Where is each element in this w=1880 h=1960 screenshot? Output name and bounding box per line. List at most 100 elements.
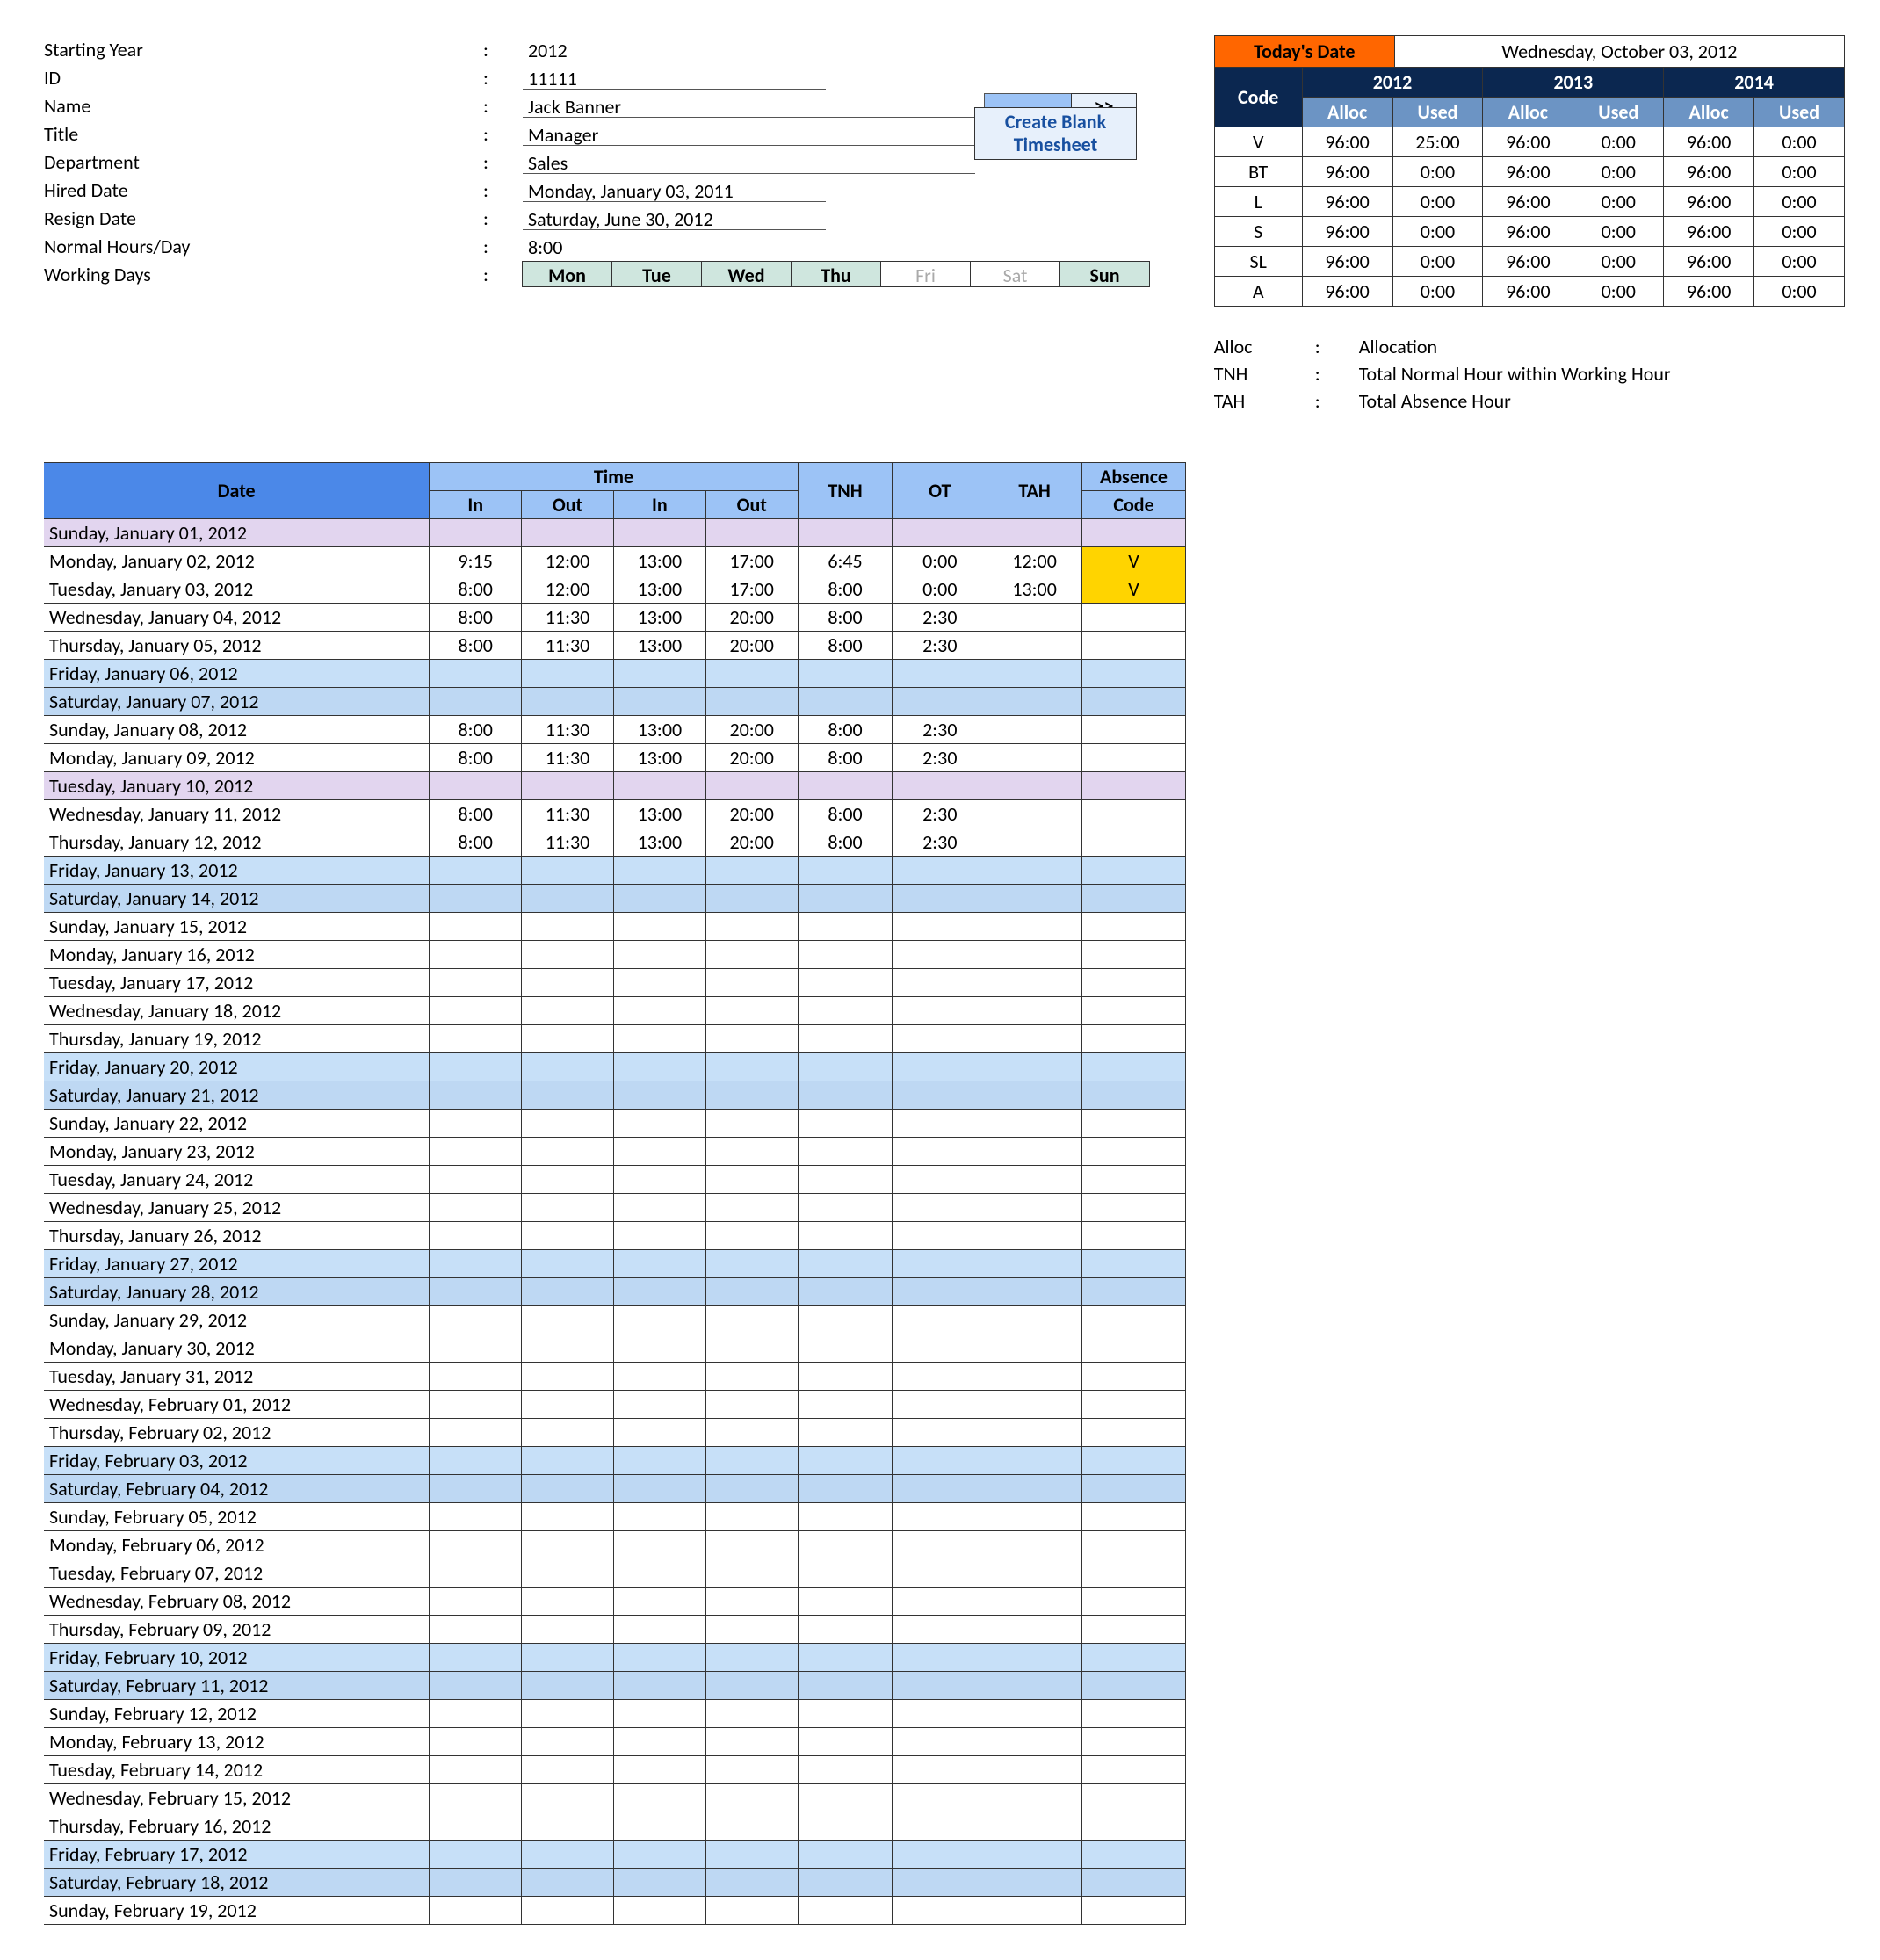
absence-0[interactable]	[1082, 519, 1186, 547]
absence-34[interactable]	[1082, 1475, 1186, 1503]
cell-37-2[interactable]	[613, 1559, 705, 1588]
cell-9-3[interactable]	[705, 772, 798, 800]
cell-44-2[interactable]	[613, 1756, 705, 1784]
date-24[interactable]: Wednesday, January 25, 2012	[44, 1194, 430, 1222]
cell-22-3[interactable]	[705, 1138, 798, 1166]
cell-41-0[interactable]	[430, 1672, 522, 1700]
date-16[interactable]: Tuesday, January 17, 2012	[44, 969, 430, 997]
date-47[interactable]: Friday, February 17, 2012	[44, 1841, 430, 1869]
cell-20-4[interactable]	[798, 1081, 893, 1110]
cell-38-1[interactable]	[522, 1588, 614, 1616]
absence-17[interactable]	[1082, 997, 1186, 1025]
cell-10-1[interactable]: 11:30	[522, 800, 614, 828]
cell-10-3[interactable]: 20:00	[705, 800, 798, 828]
date-30[interactable]: Tuesday, January 31, 2012	[44, 1363, 430, 1391]
cell-29-5[interactable]	[893, 1334, 987, 1363]
cell-38-0[interactable]	[430, 1588, 522, 1616]
cell-25-2[interactable]	[613, 1222, 705, 1250]
cell-21-2[interactable]	[613, 1110, 705, 1138]
cell-19-2[interactable]	[613, 1053, 705, 1081]
cell-3-0[interactable]: 8:00	[430, 604, 522, 632]
cell-11-5[interactable]: 2:30	[893, 828, 987, 857]
cell-0-5[interactable]	[893, 519, 987, 547]
date-40[interactable]: Friday, February 10, 2012	[44, 1644, 430, 1672]
cell-17-6[interactable]	[987, 997, 1082, 1025]
day-tue[interactable]: Tue	[611, 261, 702, 287]
cell-2-3[interactable]: 17:00	[705, 575, 798, 604]
absence-27[interactable]	[1082, 1278, 1186, 1306]
cell-26-2[interactable]	[613, 1250, 705, 1278]
cell-22-5[interactable]	[893, 1138, 987, 1166]
cell-17-0[interactable]	[430, 997, 522, 1025]
cell-16-1[interactable]	[522, 969, 614, 997]
cell-48-2[interactable]	[613, 1869, 705, 1897]
absence-8[interactable]	[1082, 744, 1186, 772]
cell-4-0[interactable]: 8:00	[430, 632, 522, 660]
cell-6-6[interactable]	[987, 688, 1082, 716]
cell-14-4[interactable]	[798, 913, 893, 941]
cell-15-0[interactable]	[430, 941, 522, 969]
cell-16-5[interactable]	[893, 969, 987, 997]
cell-4-6[interactable]	[987, 632, 1082, 660]
absence-26[interactable]	[1082, 1250, 1186, 1278]
cell-47-3[interactable]	[705, 1841, 798, 1869]
date-9[interactable]: Tuesday, January 10, 2012	[44, 772, 430, 800]
absence-11[interactable]	[1082, 828, 1186, 857]
cell-13-4[interactable]	[798, 885, 893, 913]
cell-30-5[interactable]	[893, 1363, 987, 1391]
cell-19-5[interactable]	[893, 1053, 987, 1081]
cell-19-3[interactable]	[705, 1053, 798, 1081]
info-value-1[interactable]: 11111	[523, 65, 826, 90]
cell-7-5[interactable]: 2:30	[893, 716, 987, 744]
cell-32-5[interactable]	[893, 1419, 987, 1447]
absence-12[interactable]	[1082, 857, 1186, 885]
cell-36-4[interactable]	[798, 1531, 893, 1559]
cell-39-2[interactable]	[613, 1616, 705, 1644]
absence-45[interactable]	[1082, 1784, 1186, 1812]
absence-46[interactable]	[1082, 1812, 1186, 1841]
date-33[interactable]: Friday, February 03, 2012	[44, 1447, 430, 1475]
cell-21-1[interactable]	[522, 1110, 614, 1138]
cell-40-1[interactable]	[522, 1644, 614, 1672]
cell-23-3[interactable]	[705, 1166, 798, 1194]
cell-4-3[interactable]: 20:00	[705, 632, 798, 660]
cell-5-0[interactable]	[430, 660, 522, 688]
absence-33[interactable]	[1082, 1447, 1186, 1475]
cell-42-2[interactable]	[613, 1700, 705, 1728]
cell-29-4[interactable]	[798, 1334, 893, 1363]
date-13[interactable]: Saturday, January 14, 2012	[44, 885, 430, 913]
cell-20-1[interactable]	[522, 1081, 614, 1110]
absence-42[interactable]	[1082, 1700, 1186, 1728]
cell-14-2[interactable]	[613, 913, 705, 941]
cell-42-1[interactable]	[522, 1700, 614, 1728]
cell-28-3[interactable]	[705, 1306, 798, 1334]
cell-33-1[interactable]	[522, 1447, 614, 1475]
cell-46-1[interactable]	[522, 1812, 614, 1841]
cell-38-5[interactable]	[893, 1588, 987, 1616]
cell-16-0[interactable]	[430, 969, 522, 997]
cell-37-1[interactable]	[522, 1559, 614, 1588]
cell-12-3[interactable]	[705, 857, 798, 885]
cell-47-4[interactable]	[798, 1841, 893, 1869]
cell-39-4[interactable]	[798, 1616, 893, 1644]
cell-24-1[interactable]	[522, 1194, 614, 1222]
date-0[interactable]: Sunday, January 01, 2012	[44, 519, 430, 547]
cell-15-3[interactable]	[705, 941, 798, 969]
day-wed[interactable]: Wed	[701, 261, 792, 287]
cell-48-4[interactable]	[798, 1869, 893, 1897]
cell-16-4[interactable]	[798, 969, 893, 997]
absence-36[interactable]	[1082, 1531, 1186, 1559]
cell-39-5[interactable]	[893, 1616, 987, 1644]
cell-0-2[interactable]	[613, 519, 705, 547]
absence-29[interactable]	[1082, 1334, 1186, 1363]
absence-32[interactable]	[1082, 1419, 1186, 1447]
cell-25-6[interactable]	[987, 1222, 1082, 1250]
date-8[interactable]: Monday, January 09, 2012	[44, 744, 430, 772]
cell-43-4[interactable]	[798, 1728, 893, 1756]
cell-0-1[interactable]	[522, 519, 614, 547]
cell-6-5[interactable]	[893, 688, 987, 716]
day-sat[interactable]: Sat	[970, 261, 1060, 287]
cell-37-6[interactable]	[987, 1559, 1082, 1588]
cell-13-3[interactable]	[705, 885, 798, 913]
cell-22-6[interactable]	[987, 1138, 1082, 1166]
